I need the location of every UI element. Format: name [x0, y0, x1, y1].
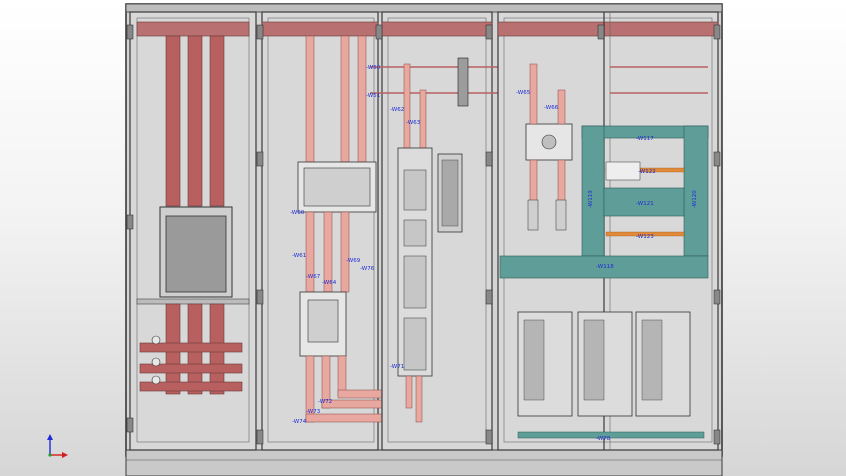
section-1 — [126, 11, 257, 451]
label-w122: -W122 — [638, 169, 656, 175]
coordinate-axis-icon — [47, 434, 68, 458]
busbar-l2 — [187, 35, 203, 207]
label-w78: -W78 — [596, 436, 611, 442]
label-w60: -W60 — [290, 210, 305, 216]
label-w69: -W69 — [346, 258, 361, 264]
label-w67: -W67 — [306, 274, 321, 280]
label-w123: -W123 — [636, 234, 654, 240]
section-4 — [497, 11, 721, 451]
busbar-h1 — [139, 342, 243, 353]
main-switch — [165, 215, 227, 293]
label-w50: -W50 — [366, 65, 381, 71]
label-w73: -W73 — [306, 409, 321, 415]
label-w76: -W76 — [360, 266, 375, 272]
label-w51: -W51 — [366, 93, 380, 99]
label-w64: -W64 — [322, 280, 337, 286]
label-w71: -W71 — [390, 364, 404, 370]
label-w74: -W74 — [292, 419, 307, 425]
label-w117: -W117 — [636, 136, 654, 142]
label-w72: -W72 — [318, 399, 332, 405]
label-w65: -W65 — [516, 90, 531, 96]
label-w62: -W62 — [390, 107, 404, 113]
label-w61: -W61 — [292, 253, 306, 259]
main-busbar-top — [136, 21, 250, 37]
label-w120: -W120 — [692, 190, 698, 208]
label-w119: -W119 — [588, 190, 594, 208]
cabinet-drawing[interactable]: -W50 -W51 -W62 -W63 -W60 -W61 -W67 -W64 … — [0, 0, 846, 476]
label-w63: -W63 — [406, 120, 421, 126]
label-w66: -W66 — [544, 105, 559, 111]
label-w118: -W118 — [596, 264, 614, 270]
label-w121: -W121 — [636, 201, 654, 207]
busbar-l1 — [165, 35, 181, 207]
busbar-l3 — [209, 35, 225, 207]
